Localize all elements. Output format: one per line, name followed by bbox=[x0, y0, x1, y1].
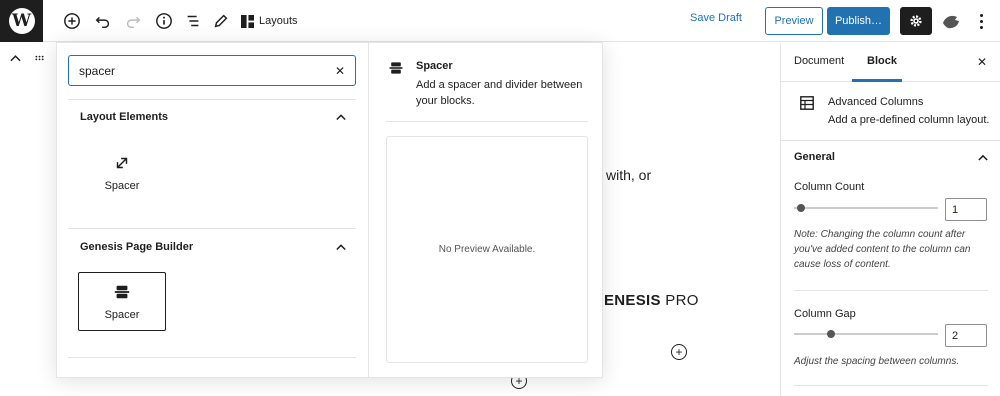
preview-button[interactable]: Preview bbox=[765, 7, 823, 35]
add-block-inline-icon[interactable]: + bbox=[671, 344, 687, 360]
panel-toggle-general[interactable]: General bbox=[794, 151, 988, 163]
layouts-grid-icon bbox=[241, 14, 254, 28]
close-sidebar-icon[interactable]: ✕ bbox=[977, 55, 987, 69]
column-gap-label: Column Gap bbox=[794, 308, 856, 320]
wordpress-logo-icon[interactable]: W bbox=[0, 0, 43, 42]
settings-sidebar: Document Block ✕ Advanced Columns Add a … bbox=[780, 43, 1000, 396]
column-gap-slider[interactable] bbox=[794, 324, 938, 344]
block-item-spacer-layout[interactable]: Spacer bbox=[78, 143, 166, 202]
column-gap-help: Adjust the spacing between columns. bbox=[794, 356, 960, 367]
divider bbox=[68, 357, 356, 358]
column-count-label: Column Count bbox=[794, 181, 865, 193]
panel-title: Layout Elements bbox=[80, 111, 169, 123]
block-toolbar bbox=[0, 43, 56, 73]
block-inserter-popover: spacer ✕ Layout Elements Spacer Genesis … bbox=[56, 42, 603, 378]
inserter-preview: Spacer Add a spacer and divider between … bbox=[370, 43, 602, 377]
info-icon[interactable] bbox=[151, 8, 177, 34]
slider-thumb[interactable] bbox=[797, 204, 805, 212]
clear-search-icon[interactable]: ✕ bbox=[335, 64, 345, 78]
chevron-up-icon[interactable] bbox=[10, 54, 21, 62]
layouts-label: Layouts bbox=[259, 15, 298, 27]
preview-title: Spacer bbox=[416, 60, 453, 72]
preview-description: Add a spacer and divider between your bl… bbox=[416, 79, 583, 107]
column-count-input[interactable]: 1 bbox=[945, 198, 987, 221]
preview-box: No Preview Available. bbox=[386, 136, 588, 363]
panel-toggle-genesis-page-builder[interactable]: Genesis Page Builder bbox=[80, 237, 346, 257]
divider bbox=[68, 99, 356, 100]
resize-arrows-icon bbox=[116, 157, 128, 168]
block-card-title: Advanced Columns bbox=[828, 96, 924, 108]
column-gap-input[interactable]: 2 bbox=[945, 324, 987, 347]
slider-thumb[interactable] bbox=[826, 330, 835, 338]
divider bbox=[794, 385, 988, 386]
brand-rest: PRO bbox=[660, 292, 699, 309]
edit-pencil-icon[interactable] bbox=[208, 8, 234, 34]
block-navigation-icon[interactable] bbox=[180, 8, 206, 34]
tab-document[interactable]: Document bbox=[794, 55, 844, 67]
more-options-icon[interactable] bbox=[974, 9, 988, 33]
chevron-up-icon bbox=[336, 244, 346, 251]
editor-header: W Layouts Save Draft Preview Publish… bbox=[0, 0, 1000, 42]
genesis-pro-heading[interactable]: GENESIS PRO bbox=[592, 292, 699, 309]
sidebar-tabs: Document Block ✕ bbox=[781, 43, 1000, 82]
genesis-plugin-icon[interactable] bbox=[941, 11, 961, 31]
columns-table-icon bbox=[800, 96, 814, 110]
block-item-spacer-genesis[interactable]: Spacer bbox=[78, 272, 166, 331]
spacer-block-icon bbox=[389, 62, 403, 74]
block-search-input[interactable]: spacer ✕ bbox=[68, 55, 356, 86]
paragraph-text[interactable]: with, or bbox=[606, 167, 651, 183]
divider bbox=[68, 228, 356, 229]
block-item-label: Spacer bbox=[104, 308, 140, 321]
section-title: General bbox=[794, 151, 835, 163]
add-block-icon[interactable] bbox=[59, 8, 85, 34]
publish-button[interactable]: Publish… bbox=[827, 7, 890, 35]
spacer-block-icon bbox=[114, 285, 130, 298]
drag-handle-icon[interactable] bbox=[35, 55, 44, 61]
block-card-description: Add a pre-defined column layout. bbox=[828, 114, 990, 126]
tab-block[interactable]: Block bbox=[867, 55, 897, 67]
chevron-up-icon bbox=[978, 154, 988, 161]
no-preview-text: No Preview Available. bbox=[438, 244, 536, 255]
panel-title: Genesis Page Builder bbox=[80, 241, 194, 253]
divider bbox=[386, 121, 588, 122]
settings-gear-icon[interactable] bbox=[900, 7, 932, 35]
redo-icon[interactable] bbox=[120, 8, 146, 34]
inserter-results: spacer ✕ Layout Elements Spacer Genesis … bbox=[57, 43, 369, 377]
divider bbox=[781, 140, 1000, 141]
save-draft-link[interactable]: Save Draft bbox=[690, 12, 742, 24]
undo-icon[interactable] bbox=[90, 8, 116, 34]
block-item-label: Spacer bbox=[104, 179, 140, 192]
chevron-up-icon bbox=[336, 114, 346, 121]
panel-toggle-layout-elements[interactable]: Layout Elements bbox=[80, 107, 346, 127]
layouts-button[interactable]: Layouts bbox=[241, 8, 298, 34]
active-tab-indicator bbox=[852, 79, 902, 82]
search-value: spacer bbox=[79, 63, 116, 78]
column-count-slider[interactable] bbox=[794, 198, 938, 218]
divider bbox=[794, 290, 988, 291]
column-count-help: Note: Changing the column count after yo… bbox=[794, 229, 971, 270]
